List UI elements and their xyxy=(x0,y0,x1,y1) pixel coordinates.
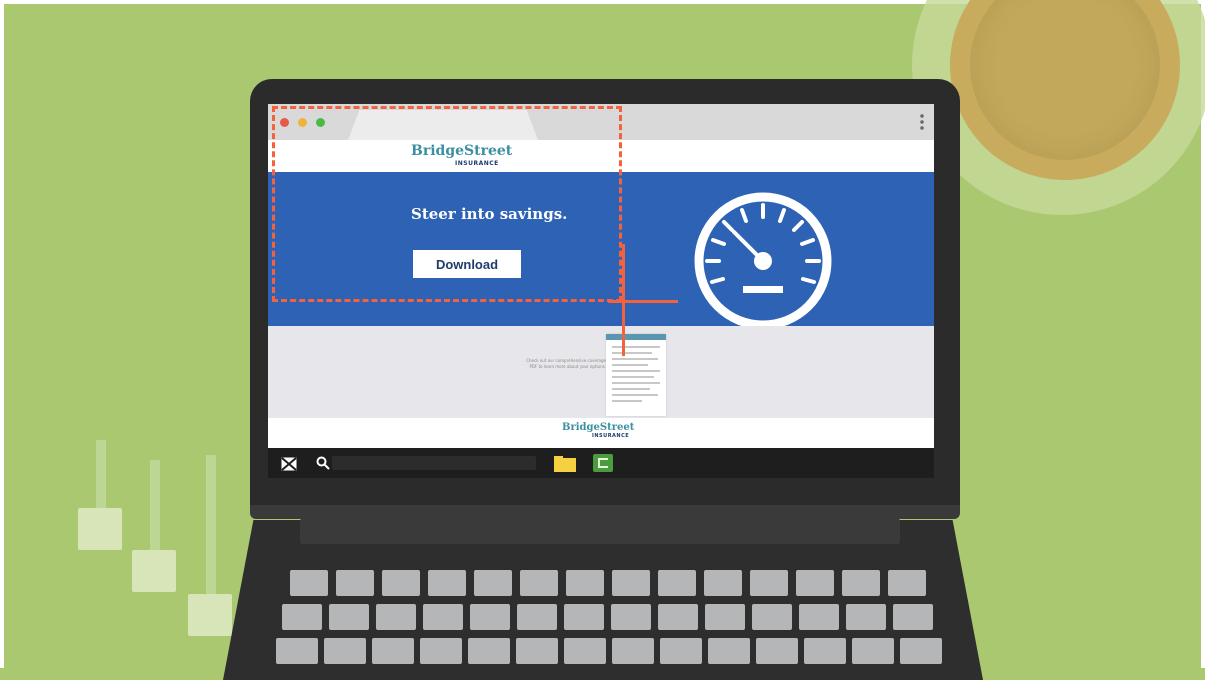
highlight-annotation-box xyxy=(272,106,622,302)
keyboard-key xyxy=(468,638,510,664)
keyboard-key xyxy=(420,638,462,664)
keyboard-key xyxy=(658,604,698,630)
keyboard-key xyxy=(704,570,742,596)
taskbar xyxy=(268,448,934,478)
keyboard-key xyxy=(612,570,650,596)
content-section: Check out our comprehensive coverage PDF… xyxy=(268,326,934,418)
keyboard-key xyxy=(372,638,414,664)
site-footer: BridgeStreet INSURANCE xyxy=(268,418,934,448)
keyboard-key xyxy=(470,604,510,630)
keyboard-key xyxy=(752,604,792,630)
keyboard-key xyxy=(705,604,745,630)
laptop-hinge-bar xyxy=(300,518,900,544)
decorative-stand xyxy=(206,455,216,600)
folder-icon[interactable] xyxy=(554,456,576,472)
keyboard-key xyxy=(282,604,322,630)
browser-menu-icon[interactable] xyxy=(920,113,924,131)
keyboard-key xyxy=(520,570,558,596)
decorative-stand xyxy=(150,460,160,560)
decorative-block xyxy=(188,594,232,636)
keyboard-key xyxy=(517,604,557,630)
crosshair-horizontal xyxy=(608,300,678,303)
laptop-screen: BridgeStreet INSURANCE Steer into saving… xyxy=(268,104,934,478)
mail-icon[interactable] xyxy=(281,457,297,471)
keyboard-key xyxy=(382,570,420,596)
keyboard-key xyxy=(516,638,558,664)
footer-logo-text: BridgeStreet xyxy=(562,422,635,433)
keyboard-key xyxy=(324,638,366,664)
keyboard-key xyxy=(900,638,942,664)
keyboard-key xyxy=(708,638,750,664)
keyboard-key xyxy=(329,604,369,630)
keyboard-key xyxy=(893,604,933,630)
keyboard-key xyxy=(658,570,696,596)
keyboard-key xyxy=(376,604,416,630)
pdf-document-thumbnail[interactable] xyxy=(606,334,666,416)
decorative-block xyxy=(132,550,176,592)
keyboard-key xyxy=(796,570,834,596)
keyboard-key xyxy=(888,570,926,596)
speedometer-icon xyxy=(694,192,832,326)
keyboard-key xyxy=(750,570,788,596)
keyboard xyxy=(276,570,942,680)
keyboard-key xyxy=(290,570,328,596)
keyboard-key xyxy=(799,604,839,630)
footer-logo-subtext: INSURANCE xyxy=(592,433,630,439)
keyboard-key xyxy=(611,604,651,630)
keyboard-key xyxy=(846,604,886,630)
taskbar-search-input[interactable] xyxy=(332,456,536,470)
keyboard-key xyxy=(842,570,880,596)
keyboard-key xyxy=(660,638,702,664)
keyboard-key xyxy=(756,638,798,664)
keyboard-key xyxy=(276,638,318,664)
keyboard-key xyxy=(612,638,654,664)
keyboard-key xyxy=(804,638,846,664)
keyboard-key xyxy=(423,604,463,630)
keyboard-key xyxy=(428,570,466,596)
frame-left xyxy=(0,0,4,668)
laptop-hinge xyxy=(250,505,960,519)
keyboard-key xyxy=(564,638,606,664)
promo-text: Check out our comprehensive coverage PDF… xyxy=(526,358,606,369)
keyboard-key xyxy=(852,638,894,664)
keyboard-key xyxy=(336,570,374,596)
app-icon[interactable] xyxy=(593,454,613,472)
keyboard-key xyxy=(474,570,512,596)
crosshair-vertical xyxy=(622,244,625,356)
keyboard-key xyxy=(564,604,604,630)
decorative-block xyxy=(78,508,122,550)
search-icon[interactable] xyxy=(316,456,330,470)
keyboard-key xyxy=(566,570,604,596)
